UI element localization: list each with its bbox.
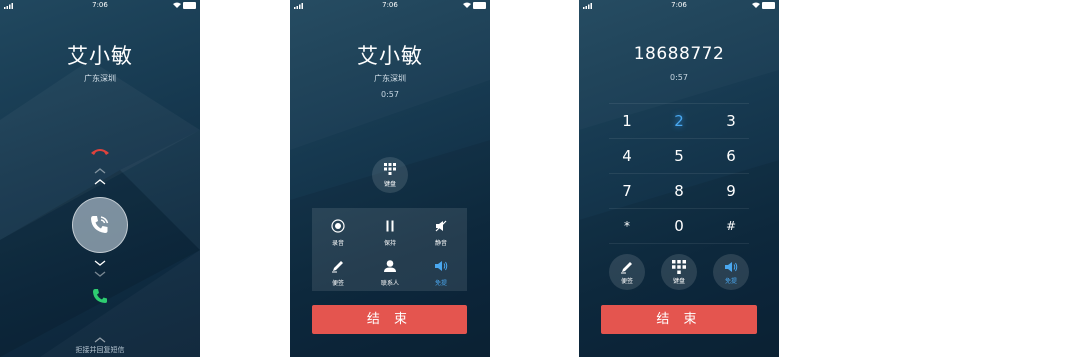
hold-button[interactable]: 保持 [364, 212, 416, 252]
dialpad-row: * 0 # [609, 208, 749, 244]
status-bar: 7:06 [0, 0, 200, 12]
dial-key-1[interactable]: 1 [604, 104, 650, 138]
pencil-icon [621, 262, 632, 274]
dialpad-row: 4 5 6 [609, 138, 749, 173]
dial-key-5[interactable]: 5 [656, 139, 702, 173]
speaker-icon [435, 261, 448, 271]
mute-label: 静音 [434, 240, 447, 247]
dial-key-hash[interactable]: # [708, 209, 754, 243]
keypad-button[interactable]: 键盘 [372, 157, 408, 193]
contacts-button[interactable]: 联系人 [364, 252, 416, 292]
incoming-call-screen: 7:06 艾小敏 广东深圳 拒接并回复短信 [0, 0, 200, 357]
dial-key-star[interactable]: * [604, 209, 650, 243]
speaker-button[interactable]: 免提 [713, 254, 749, 290]
dial-key-4[interactable]: 4 [604, 139, 650, 173]
mute-button[interactable]: 静音 [415, 212, 467, 252]
phone-icon [91, 216, 109, 233]
dial-key-7[interactable]: 7 [604, 174, 650, 208]
record-label: 录音 [331, 240, 344, 247]
chevron-up-icon [94, 168, 106, 174]
dialpad: 1 2 3 4 5 6 7 8 9 * 0 # [609, 103, 749, 244]
dial-key-9[interactable]: 9 [708, 174, 754, 208]
contacts-label: 联系人 [380, 280, 399, 287]
wifi-icon [173, 2, 181, 8]
notes-label: 便签 [620, 278, 633, 285]
caller-name: 艾小敏 [357, 44, 423, 68]
caller-location: 广东深圳 [374, 74, 406, 83]
decline-phone-icon[interactable] [90, 147, 110, 156]
end-call-button[interactable]: 结 束 [312, 305, 467, 334]
speaker-label: 免提 [434, 280, 447, 287]
keypad-label: 键盘 [672, 278, 685, 285]
status-time: 7:06 [382, 1, 398, 9]
active-call-screen: 7:06 艾小敏 广东深圳 0:57 键盘 录音 保持 静音 便签 联系人 免提… [290, 0, 490, 357]
record-button[interactable]: 录音 [312, 212, 364, 252]
wifi-icon [752, 2, 760, 8]
keypad-icon [672, 260, 686, 274]
dialpad-row: 1 2 3 [609, 103, 749, 138]
chevron-up-icon [94, 179, 106, 185]
battery-icon [762, 1, 775, 9]
reply-sms-hint[interactable]: 拒接并回复短信 [0, 345, 200, 355]
call-duration: 0:57 [381, 90, 399, 99]
end-call-button[interactable]: 结 束 [601, 305, 757, 334]
keypad-icon [384, 163, 396, 175]
mute-icon [435, 220, 447, 232]
dialpad-call-screen: 7:06 18688772 0:57 1 2 3 4 5 6 7 8 9 * 0… [579, 0, 779, 357]
speaker-icon [725, 262, 738, 272]
notes-button[interactable]: 便签 [609, 254, 645, 290]
dial-key-3[interactable]: 3 [708, 104, 754, 138]
dialed-number: 18688772 [633, 44, 725, 64]
hold-label: 保持 [383, 240, 396, 247]
dial-key-6[interactable]: 6 [708, 139, 754, 173]
pencil-icon [332, 261, 343, 273]
chevron-down-icon [94, 271, 106, 277]
answer-slider-knob[interactable] [72, 197, 128, 253]
dial-key-0[interactable]: 0 [656, 209, 702, 243]
dialpad-row: 7 8 9 [609, 173, 749, 208]
status-bar: 7:06 [290, 0, 490, 12]
notes-button[interactable]: 便签 [312, 252, 364, 292]
contact-icon [384, 260, 396, 272]
caller-location: 广东深圳 [84, 74, 116, 83]
caller-name: 艾小敏 [67, 44, 133, 68]
notes-label: 便签 [331, 280, 344, 287]
pause-icon [386, 220, 394, 232]
chevron-down-icon [94, 260, 106, 266]
dial-key-2[interactable]: 2 [656, 104, 702, 138]
status-bar: 7:06 [579, 0, 779, 12]
keypad-button[interactable]: 键盘 [661, 254, 697, 290]
record-icon [331, 219, 345, 233]
battery-icon [473, 1, 486, 9]
status-time: 7:06 [671, 1, 687, 9]
speaker-label: 免提 [724, 278, 737, 285]
speaker-button[interactable]: 免提 [415, 252, 467, 292]
status-time: 7:06 [92, 1, 108, 9]
wifi-icon [463, 2, 471, 8]
keypad-label: 键盘 [383, 181, 396, 188]
answer-phone-icon[interactable] [91, 288, 109, 304]
battery-icon [183, 1, 196, 9]
call-duration: 0:57 [670, 73, 688, 82]
chevron-up-icon [94, 337, 106, 343]
call-controls-panel: 录音 保持 静音 便签 联系人 免提 [312, 208, 467, 291]
dial-key-8[interactable]: 8 [656, 174, 702, 208]
